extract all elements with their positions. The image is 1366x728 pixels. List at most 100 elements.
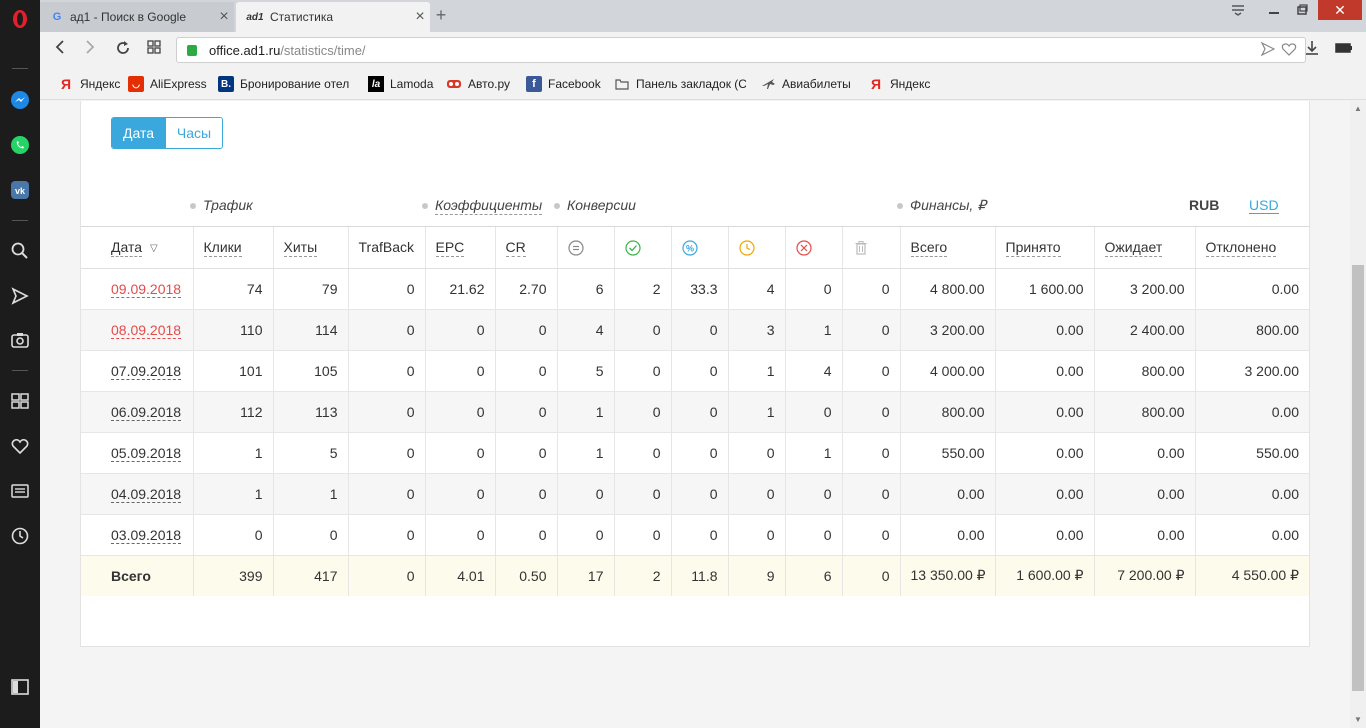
tab-menu-icon[interactable] <box>1226 0 1250 20</box>
date-link[interactable]: 07.09.2018 <box>111 362 182 380</box>
bookmark-folder[interactable]: Панель закладок (Ch <box>614 75 746 93</box>
conversions-cell[interactable]: 6 <box>556 268 614 310</box>
column-header-pending-sum[interactable]: Ожидает <box>1093 227 1195 269</box>
maximize-button[interactable] <box>1288 0 1316 20</box>
toggle-hours-button[interactable]: Часы <box>165 118 222 148</box>
pending-cell[interactable]: 3 <box>727 309 785 351</box>
currency-rub[interactable]: RUB <box>1189 197 1219 213</box>
column-header-approved[interactable] <box>613 227 671 269</box>
download-icon[interactable] <box>1302 40 1322 60</box>
bookmark-yandex[interactable]: Я Яндекс <box>58 75 120 93</box>
reload-button[interactable] <box>113 40 133 60</box>
bookmark-aviabilety[interactable]: Авиабилеты <box>760 75 851 93</box>
send-page-icon[interactable] <box>1260 41 1276 59</box>
date-cell[interactable]: 04.09.2018 <box>81 473 193 515</box>
speed-dial-icon[interactable] <box>9 390 31 412</box>
pending-cell[interactable]: 1 <box>727 350 785 392</box>
bookmark-heart-icon[interactable] <box>1281 42 1297 59</box>
heart-icon[interactable] <box>9 435 31 457</box>
new-tab-button[interactable]: + <box>432 6 450 24</box>
column-header-clicks[interactable]: Клики <box>192 227 273 269</box>
column-header-approval-rate[interactable]: % <box>670 227 728 269</box>
bookmark-booking[interactable]: B. Бронирование отел <box>218 75 349 93</box>
column-header-accepted[interactable]: Принято <box>994 227 1094 269</box>
url-input[interactable]: office.ad1.ru/statistics/time/ <box>176 37 1306 63</box>
conversions-cell[interactable]: 17 <box>556 555 614 596</box>
conversions-cell[interactable]: 1 <box>556 432 614 474</box>
approved-cell[interactable]: 2 <box>613 268 671 310</box>
date-cell[interactable]: 08.09.2018 <box>81 309 193 351</box>
bookmark-yandex-2[interactable]: Я Яндекс <box>868 75 930 93</box>
date-link[interactable]: 06.09.2018 <box>111 403 182 421</box>
bookmark-facebook[interactable]: f Facebook <box>526 75 601 93</box>
search-icon[interactable] <box>9 240 31 262</box>
forward-button[interactable] <box>80 40 100 60</box>
bookmark-aliexpress[interactable]: ◡ AliExpress <box>128 75 207 93</box>
column-header-all-conversions[interactable] <box>556 227 614 269</box>
page-scrollbar[interactable]: ▲ ▼ <box>1350 101 1366 728</box>
pending-cell[interactable]: 4 <box>727 268 785 310</box>
tabs-grid-icon[interactable] <box>144 40 164 60</box>
conversions-cell[interactable]: 4 <box>556 309 614 351</box>
table-row: 09.09.2018 74 79 0 21.62 2.70 6 2 33.3 4… <box>81 268 1309 310</box>
pending-cell[interactable]: 1 <box>727 391 785 433</box>
column-header-cr[interactable]: CR <box>494 227 557 269</box>
conversions-cell[interactable]: 1 <box>556 391 614 433</box>
messenger-icon[interactable] <box>9 89 31 111</box>
column-header-total[interactable]: Всего <box>899 227 995 269</box>
column-header-rejected[interactable] <box>784 227 842 269</box>
group-coefficients[interactable]: Коэффициенты <box>422 197 543 215</box>
column-header-epc[interactable]: EPC <box>424 227 495 269</box>
pending-cell[interactable]: 9 <box>727 555 785 596</box>
rejected-cell[interactable]: 6 <box>784 555 842 596</box>
bookmark-autoru[interactable]: Авто.ру <box>446 75 510 93</box>
rejected-cell[interactable]: 1 <box>784 432 842 474</box>
date-link[interactable]: 05.09.2018 <box>111 444 182 462</box>
column-header-trash[interactable] <box>841 227 900 269</box>
accepted-cell: 1 600.00 ₽ <box>994 555 1094 596</box>
tab-statistics[interactable]: ad1 Статистика × <box>236 2 430 32</box>
rejected-cell[interactable]: 1 <box>784 309 842 351</box>
trash-cell: 0 <box>841 432 900 474</box>
date-cell[interactable]: 07.09.2018 <box>81 350 193 392</box>
vk-icon[interactable]: vk <box>9 179 31 201</box>
camera-icon[interactable] <box>9 329 31 351</box>
tab-google[interactable]: G ад1 - Поиск в Google × <box>40 2 234 32</box>
date-link[interactable]: 08.09.2018 <box>111 321 182 339</box>
scrollbar-thumb[interactable] <box>1352 265 1364 691</box>
sidebar-toggle-icon[interactable] <box>9 676 31 698</box>
conversions-cell[interactable]: 5 <box>556 350 614 392</box>
date-cell[interactable]: 06.09.2018 <box>81 391 193 433</box>
toggle-date-button[interactable]: Дата <box>112 118 165 148</box>
date-link[interactable]: 04.09.2018 <box>111 485 182 503</box>
bookmark-lamoda[interactable]: la Lamoda <box>368 75 433 93</box>
close-window-button[interactable]: ✕ <box>1318 0 1362 20</box>
approved-cell[interactable]: 2 <box>613 555 671 596</box>
scroll-down-icon[interactable]: ▼ <box>1350 712 1366 728</box>
table-row: 05.09.2018 1 5 0 0 0 1 0 0 0 1 0 550.00 … <box>81 432 1309 474</box>
date-cell[interactable]: 09.09.2018 <box>81 268 193 310</box>
minimize-button[interactable] <box>1260 0 1288 20</box>
currency-usd[interactable]: USD <box>1249 197 1279 214</box>
column-header-hits[interactable]: Хиты <box>272 227 348 269</box>
close-icon[interactable]: × <box>410 8 430 26</box>
whatsapp-icon[interactable] <box>9 134 31 156</box>
column-label: Принято <box>1005 239 1061 258</box>
history-icon[interactable] <box>9 525 31 547</box>
scroll-up-icon[interactable]: ▲ <box>1350 101 1366 117</box>
date-link[interactable]: 03.09.2018 <box>111 526 182 544</box>
send-icon[interactable] <box>9 285 31 307</box>
column-header-rejected-sum[interactable]: Отклонено <box>1194 227 1309 269</box>
date-link[interactable]: 09.09.2018 <box>111 280 182 298</box>
battery-icon[interactable] <box>1334 40 1354 60</box>
rejected-cell[interactable]: 4 <box>784 350 842 392</box>
column-header-pending[interactable] <box>727 227 785 269</box>
column-header-date[interactable]: Дата ▽ <box>81 227 193 269</box>
back-button[interactable] <box>50 40 70 60</box>
news-icon[interactable] <box>9 480 31 502</box>
opera-menu-icon[interactable] <box>9 8 31 30</box>
total-cell: 550.00 <box>899 432 995 474</box>
close-icon[interactable]: × <box>214 8 234 26</box>
date-cell[interactable]: 05.09.2018 <box>81 432 193 474</box>
date-cell[interactable]: 03.09.2018 <box>81 514 193 556</box>
